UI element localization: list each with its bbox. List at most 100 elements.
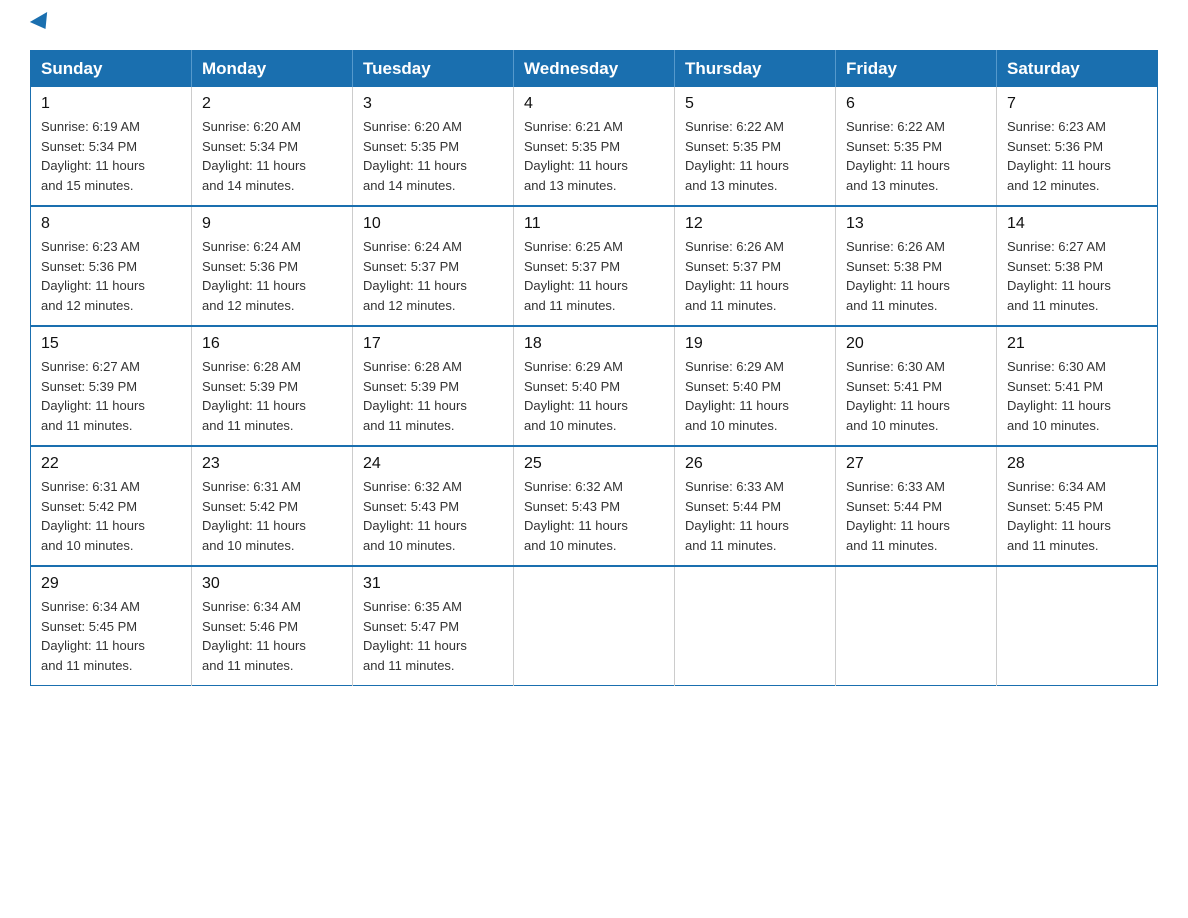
day-header-sunday: Sunday — [31, 51, 192, 88]
day-number: 2 — [202, 95, 342, 113]
day-number: 11 — [524, 215, 664, 233]
calendar-cell: 14Sunrise: 6:27 AMSunset: 5:38 PMDayligh… — [997, 206, 1158, 326]
day-number: 21 — [1007, 335, 1147, 353]
day-info: Sunrise: 6:34 AMSunset: 5:45 PMDaylight:… — [41, 597, 181, 675]
day-number: 29 — [41, 575, 181, 593]
day-info: Sunrise: 6:25 AMSunset: 5:37 PMDaylight:… — [524, 237, 664, 315]
day-number: 8 — [41, 215, 181, 233]
day-info: Sunrise: 6:22 AMSunset: 5:35 PMDaylight:… — [685, 117, 825, 195]
day-number: 20 — [846, 335, 986, 353]
calendar-cell: 3 Sunrise: 6:20 AMSunset: 5:35 PMDaylight… — [353, 87, 514, 206]
calendar-week-row: 8 Sunrise: 6:23 AMSunset: 5:36 PMDaylight… — [31, 206, 1158, 326]
day-info: Sunrise: 6:31 AMSunset: 5:42 PMDaylight:… — [202, 477, 342, 555]
day-number: 19 — [685, 335, 825, 353]
calendar-cell — [514, 566, 675, 686]
calendar-cell: 11 Sunrise: 6:25 AMSunset: 5:37 PMDayligh… — [514, 206, 675, 326]
calendar-cell: 2 Sunrise: 6:20 AMSunset: 5:34 PMDaylight… — [192, 87, 353, 206]
calendar-cell: 8 Sunrise: 6:23 AMSunset: 5:36 PMDaylight… — [31, 206, 192, 326]
day-info: Sunrise: 6:27 AMSunset: 5:39 PMDaylight:… — [41, 357, 181, 435]
calendar-cell: 17 Sunrise: 6:28 AMSunset: 5:39 PMDayligh… — [353, 326, 514, 446]
calendar-cell: 15 Sunrise: 6:27 AMSunset: 5:39 PMDayligh… — [31, 326, 192, 446]
calendar-cell: 18 Sunrise: 6:29 AMSunset: 5:40 PMDayligh… — [514, 326, 675, 446]
calendar-cell: 4Sunrise: 6:21 AMSunset: 5:35 PMDaylight… — [514, 87, 675, 206]
day-number: 15 — [41, 335, 181, 353]
day-number: 26 — [685, 455, 825, 473]
day-info: Sunrise: 6:20 AMSunset: 5:35 PMDaylight:… — [363, 117, 503, 195]
day-info: Sunrise: 6:30 AMSunset: 5:41 PMDaylight:… — [846, 357, 986, 435]
day-info: Sunrise: 6:32 AMSunset: 5:43 PMDaylight:… — [363, 477, 503, 555]
calendar-cell: 12 Sunrise: 6:26 AMSunset: 5:37 PMDayligh… — [675, 206, 836, 326]
calendar-cell: 16 Sunrise: 6:28 AMSunset: 5:39 PMDayligh… — [192, 326, 353, 446]
day-number: 18 — [524, 335, 664, 353]
day-info: Sunrise: 6:33 AMSunset: 5:44 PMDaylight:… — [846, 477, 986, 555]
day-info: Sunrise: 6:20 AMSunset: 5:34 PMDaylight:… — [202, 117, 342, 195]
calendar-cell: 1 Sunrise: 6:19 AMSunset: 5:34 PMDaylight… — [31, 87, 192, 206]
day-info: Sunrise: 6:30 AMSunset: 5:41 PMDaylight:… — [1007, 357, 1147, 435]
day-number: 22 — [41, 455, 181, 473]
calendar-cell: 6Sunrise: 6:22 AMSunset: 5:35 PMDaylight… — [836, 87, 997, 206]
calendar-cell — [997, 566, 1158, 686]
day-number: 12 — [685, 215, 825, 233]
logo-triangle-icon — [30, 12, 54, 34]
calendar-cell: 20 Sunrise: 6:30 AMSunset: 5:41 PMDayligh… — [836, 326, 997, 446]
day-header-saturday: Saturday — [997, 51, 1158, 88]
day-number: 30 — [202, 575, 342, 593]
day-number: 13 — [846, 215, 986, 233]
day-info: Sunrise: 6:26 AMSunset: 5:37 PMDaylight:… — [685, 237, 825, 315]
day-info: Sunrise: 6:24 AMSunset: 5:36 PMDaylight:… — [202, 237, 342, 315]
day-number: 23 — [202, 455, 342, 473]
day-number: 17 — [363, 335, 503, 353]
calendar-cell: 9 Sunrise: 6:24 AMSunset: 5:36 PMDaylight… — [192, 206, 353, 326]
calendar-cell: 30 Sunrise: 6:34 AMSunset: 5:46 PMDayligh… — [192, 566, 353, 686]
calendar-week-row: 22 Sunrise: 6:31 AMSunset: 5:42 PMDayligh… — [31, 446, 1158, 566]
calendar-cell: 29 Sunrise: 6:34 AMSunset: 5:45 PMDayligh… — [31, 566, 192, 686]
day-number: 14 — [1007, 215, 1147, 233]
day-number: 6 — [846, 95, 986, 113]
day-info: Sunrise: 6:28 AMSunset: 5:39 PMDaylight:… — [202, 357, 342, 435]
day-header-wednesday: Wednesday — [514, 51, 675, 88]
calendar-cell: 28 Sunrise: 6:34 AMSunset: 5:45 PMDayligh… — [997, 446, 1158, 566]
day-header-friday: Friday — [836, 51, 997, 88]
calendar-cell: 23 Sunrise: 6:31 AMSunset: 5:42 PMDayligh… — [192, 446, 353, 566]
day-info: Sunrise: 6:34 AMSunset: 5:46 PMDaylight:… — [202, 597, 342, 675]
day-info: Sunrise: 6:26 AMSunset: 5:38 PMDaylight:… — [846, 237, 986, 315]
day-info: Sunrise: 6:19 AMSunset: 5:34 PMDaylight:… — [41, 117, 181, 195]
day-number: 31 — [363, 575, 503, 593]
day-number: 3 — [363, 95, 503, 113]
calendar-cell — [836, 566, 997, 686]
calendar-week-row: 29 Sunrise: 6:34 AMSunset: 5:45 PMDayligh… — [31, 566, 1158, 686]
day-number: 16 — [202, 335, 342, 353]
calendar-week-row: 15 Sunrise: 6:27 AMSunset: 5:39 PMDayligh… — [31, 326, 1158, 446]
calendar-cell: 13 Sunrise: 6:26 AMSunset: 5:38 PMDayligh… — [836, 206, 997, 326]
calendar-header-row: SundayMondayTuesdayWednesdayThursdayFrid… — [31, 51, 1158, 88]
day-number: 27 — [846, 455, 986, 473]
day-number: 9 — [202, 215, 342, 233]
calendar-cell: 25 Sunrise: 6:32 AMSunset: 5:43 PMDayligh… — [514, 446, 675, 566]
calendar-cell: 26Sunrise: 6:33 AMSunset: 5:44 PMDayligh… — [675, 446, 836, 566]
day-number: 1 — [41, 95, 181, 113]
calendar-cell: 10 Sunrise: 6:24 AMSunset: 5:37 PMDayligh… — [353, 206, 514, 326]
day-info: Sunrise: 6:23 AMSunset: 5:36 PMDaylight:… — [41, 237, 181, 315]
day-number: 5 — [685, 95, 825, 113]
day-info: Sunrise: 6:35 AMSunset: 5:47 PMDaylight:… — [363, 597, 503, 675]
day-info: Sunrise: 6:29 AMSunset: 5:40 PMDaylight:… — [685, 357, 825, 435]
calendar-cell: 22Sunrise: 6:31 AMSunset: 5:42 PMDayligh… — [31, 446, 192, 566]
calendar-cell: 31 Sunrise: 6:35 AMSunset: 5:47 PMDayligh… — [353, 566, 514, 686]
day-header-tuesday: Tuesday — [353, 51, 514, 88]
day-header-thursday: Thursday — [675, 51, 836, 88]
day-info: Sunrise: 6:34 AMSunset: 5:45 PMDaylight:… — [1007, 477, 1147, 555]
calendar-cell: 21 Sunrise: 6:30 AMSunset: 5:41 PMDayligh… — [997, 326, 1158, 446]
calendar-cell — [675, 566, 836, 686]
day-number: 25 — [524, 455, 664, 473]
day-info: Sunrise: 6:24 AMSunset: 5:37 PMDaylight:… — [363, 237, 503, 315]
calendar-cell: 5 Sunrise: 6:22 AMSunset: 5:35 PMDaylight… — [675, 87, 836, 206]
logo — [30, 20, 52, 34]
calendar-table: SundayMondayTuesdayWednesdayThursdayFrid… — [30, 50, 1158, 686]
day-number: 28 — [1007, 455, 1147, 473]
day-info: Sunrise: 6:28 AMSunset: 5:39 PMDaylight:… — [363, 357, 503, 435]
day-info: Sunrise: 6:32 AMSunset: 5:43 PMDaylight:… — [524, 477, 664, 555]
day-number: 4 — [524, 95, 664, 113]
day-number: 10 — [363, 215, 503, 233]
calendar-cell: 27 Sunrise: 6:33 AMSunset: 5:44 PMDayligh… — [836, 446, 997, 566]
day-info: Sunrise: 6:29 AMSunset: 5:40 PMDaylight:… — [524, 357, 664, 435]
